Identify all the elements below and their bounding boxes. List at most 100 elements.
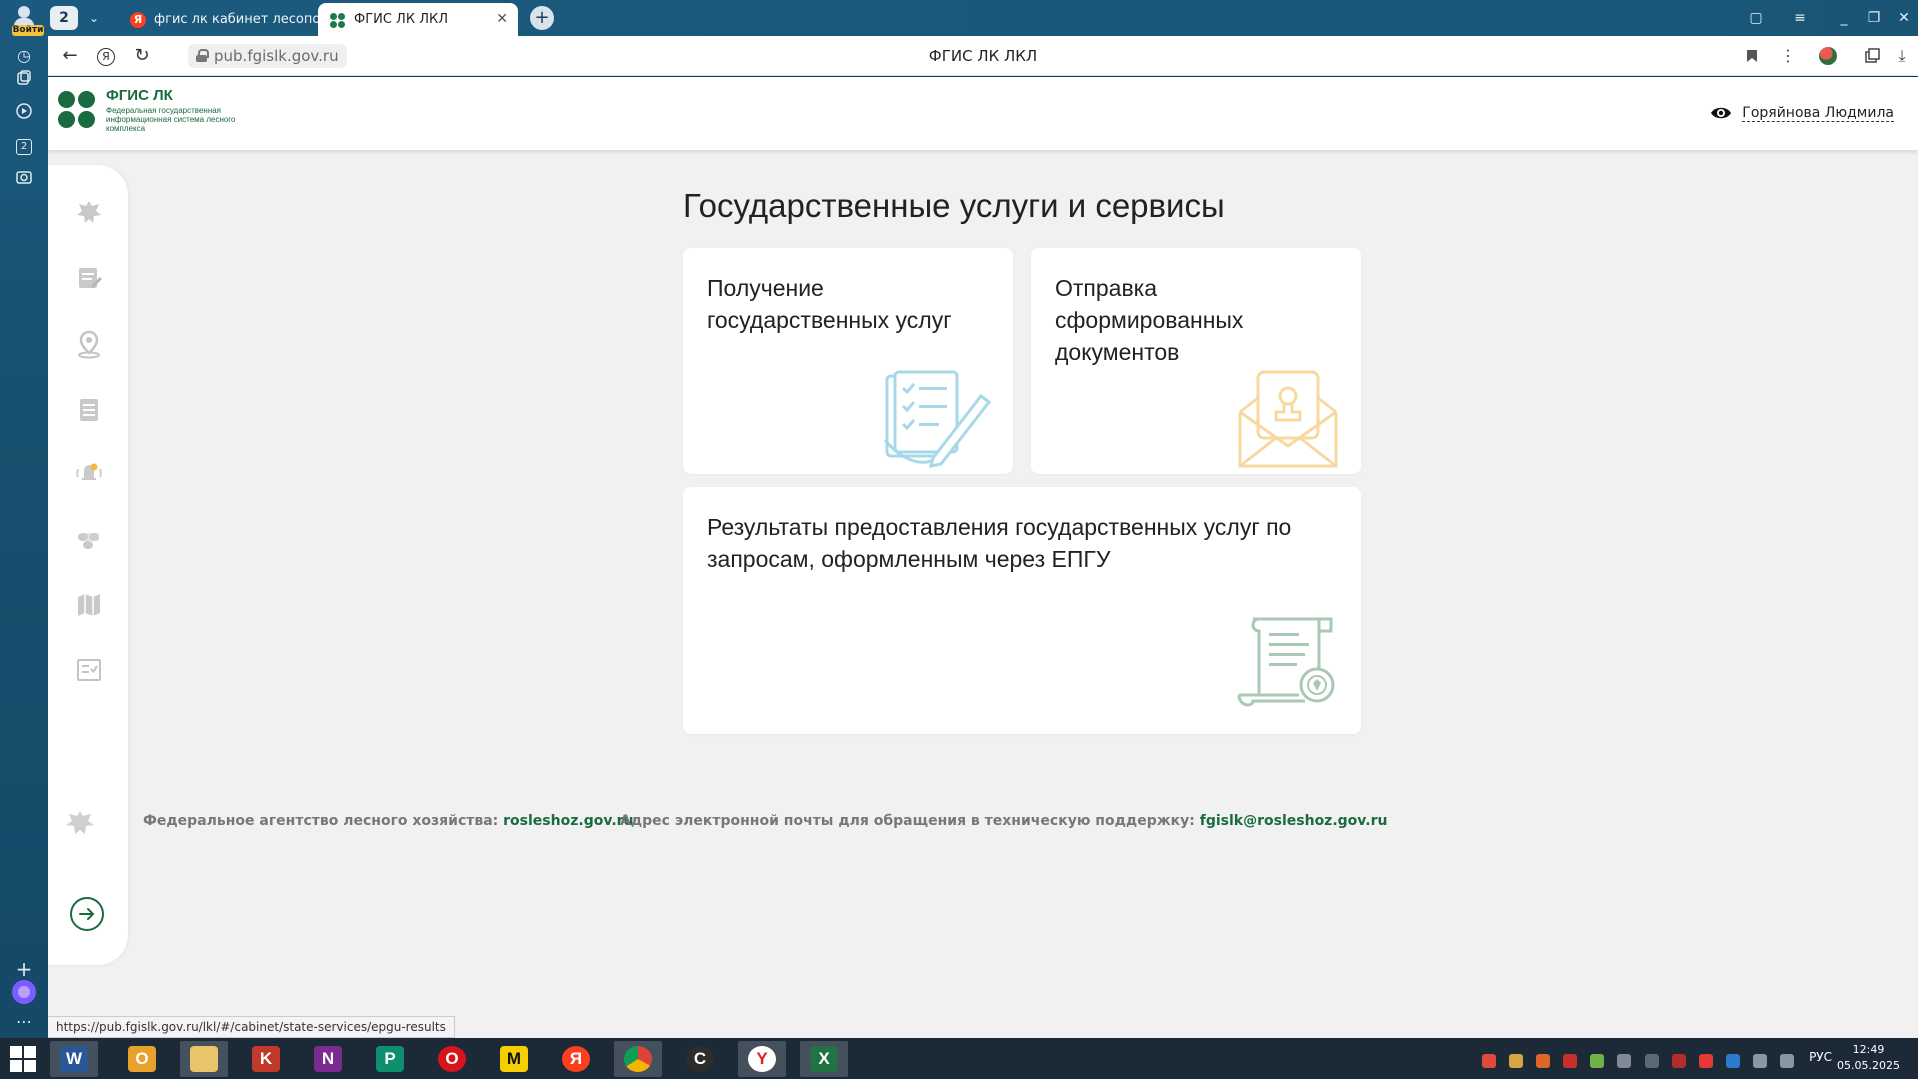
menu-icon[interactable]: ≡ [1788, 6, 1812, 30]
tab-title: ФГИС ЛК ЛКЛ [354, 12, 448, 27]
minimize-icon[interactable]: _ [1832, 6, 1856, 30]
folder-icon [190, 1046, 218, 1072]
collections-icon[interactable] [12, 66, 36, 90]
expand-menu-button[interactable] [70, 897, 104, 931]
tray-yandex-icon[interactable] [1481, 1053, 1496, 1068]
taskbar-yandex[interactable]: Я [552, 1041, 600, 1077]
tray-app-icon[interactable] [1698, 1053, 1713, 1068]
footer-support: Адрес электронной почты для обращения в … [620, 813, 1387, 829]
tray-app-icon[interactable] [1725, 1053, 1740, 1068]
bookmarks-panel-icon[interactable]: ▢ [1744, 6, 1768, 30]
taskbar-publisher[interactable]: P [366, 1041, 414, 1077]
notifications-icon[interactable] [74, 457, 104, 487]
registry-icon[interactable] [74, 395, 104, 425]
card-epgu-results[interactable]: Результаты предоставления государственны… [683, 487, 1361, 734]
bookmark-icon[interactable] [1740, 44, 1764, 68]
logo-title: ФГИС ЛК [106, 87, 173, 104]
taskbar-outlook[interactable]: O [118, 1041, 166, 1077]
tray-app-icon[interactable] [1617, 1053, 1632, 1068]
clock[interactable]: 12:49 05.05.2025 [1837, 1042, 1900, 1074]
tab-fgis-lk[interactable]: ФГИС ЛК ЛКЛ ✕ [318, 3, 518, 36]
taskbar-app-m[interactable]: M [490, 1041, 538, 1077]
card-title: Результаты предоставления государственны… [707, 514, 1292, 572]
clock-date: 05.05.2025 [1837, 1059, 1900, 1072]
close-window-icon[interactable]: ✕ [1892, 6, 1916, 30]
tray-app-icon[interactable] [1509, 1053, 1524, 1068]
clock-time: 12:49 [1852, 1043, 1885, 1056]
language-indicator[interactable]: РУС [1809, 1050, 1832, 1064]
tab-count-button[interactable]: 2 [50, 6, 78, 30]
card-send-documents[interactable]: Отправка сформированных документов [1031, 248, 1361, 474]
download-icon[interactable]: ⤓ [1890, 44, 1914, 68]
more-icon[interactable]: ⋯ [12, 1010, 36, 1034]
logo-subtitle: Федеральная государственная информационн… [106, 106, 236, 133]
yandex-icon[interactable]: Я [94, 44, 118, 68]
lock-icon [196, 49, 209, 62]
app-m-icon: M [500, 1046, 528, 1072]
taskbar-chrome[interactable] [614, 1041, 662, 1077]
emblem-icon[interactable] [74, 197, 104, 227]
tray-app-icon[interactable] [1644, 1053, 1659, 1068]
url-field[interactable]: pub.fgislk.gov.ru [188, 44, 347, 68]
arrow-right-icon [79, 908, 95, 920]
login-avatar[interactable]: Войти [8, 4, 44, 36]
footer-agency-link[interactable]: rosleshoz.gov.ru [503, 813, 633, 829]
new-tab-button[interactable]: + [530, 6, 554, 30]
screenshot-icon[interactable] [12, 165, 36, 189]
user-menu[interactable]: Горяйнова Людмила [1710, 101, 1894, 125]
taskbar-app-c[interactable]: C [676, 1041, 724, 1077]
taskbar-explorer[interactable] [180, 1041, 228, 1077]
more-options-icon[interactable]: ⋮ [1776, 44, 1800, 68]
chevron-down-icon[interactable]: ⌄ [82, 6, 106, 30]
card-get-services[interactable]: Получение государственных услуг [683, 248, 1013, 474]
yandex-icon: Я [562, 1046, 590, 1072]
scroll-seal-icon [1237, 617, 1335, 707]
reload-icon[interactable]: ↻ [130, 44, 154, 68]
add-panel-icon[interactable]: + [12, 957, 36, 981]
site-logo[interactable]: ФГИС ЛК Федеральная государственная инфо… [58, 87, 278, 137]
site-header: ФГИС ЛК Федеральная государственная инфо… [48, 77, 1918, 150]
nav-rail [48, 165, 128, 965]
volume-icon[interactable] [1780, 1053, 1794, 1068]
map-icon[interactable] [74, 590, 104, 620]
taskbar-onenote[interactable]: N [304, 1041, 352, 1077]
checklist-icon[interactable] [74, 655, 104, 685]
taskbar-opera[interactable]: O [428, 1041, 476, 1077]
app-k-icon: K [252, 1046, 280, 1072]
logo-mark-icon [58, 91, 98, 131]
restore-icon[interactable]: ❐ [1862, 6, 1886, 30]
word-icon: W [60, 1046, 88, 1072]
footer-support-email[interactable]: fgislk@rosleshoz.gov.ru [1200, 813, 1388, 829]
app-c-icon: C [686, 1046, 714, 1072]
taskbar-word[interactable]: W [50, 1041, 98, 1077]
tabs-count-icon[interactable]: 2 [12, 132, 36, 156]
url-text: pub.fgislk.gov.ru [214, 47, 339, 65]
history-icon[interactable]: ◷ [12, 44, 36, 68]
extension-icon[interactable] [1816, 44, 1840, 68]
taskbar-yandex-browser[interactable]: Y [738, 1041, 786, 1077]
network-icon[interactable] [1752, 1053, 1767, 1068]
tray-app-icon[interactable] [1671, 1053, 1686, 1068]
footer-agency-label: Федеральное агентство лесного хозяйства: [143, 813, 499, 829]
downloads-panel-icon[interactable] [1860, 44, 1884, 68]
tray-app-icon[interactable] [1536, 1053, 1551, 1068]
windows-start-icon[interactable] [10, 1046, 36, 1072]
site-footer: Федеральное агентство лесного хозяйства:… [48, 799, 1918, 839]
system-tray [1478, 1050, 1798, 1068]
documents-edit-icon[interactable] [74, 263, 104, 293]
play-icon[interactable] [12, 99, 36, 123]
taskbar-excel[interactable]: X [800, 1041, 848, 1077]
map-pin-icon[interactable] [74, 329, 104, 359]
taskbar-app-k[interactable]: K [242, 1041, 290, 1077]
browser-sidebar: Войти ◷ 2 + ⋯ [0, 0, 48, 1038]
back-icon[interactable]: ← [58, 44, 82, 68]
tray-app-icon[interactable] [1563, 1053, 1578, 1068]
user-name: Горяйнова Людмила [1742, 105, 1894, 122]
chrome-icon [624, 1046, 652, 1072]
onenote-icon: N [314, 1046, 342, 1072]
timber-logs-icon[interactable] [74, 525, 104, 555]
alice-assistant-icon[interactable] [12, 980, 36, 1004]
close-tab-icon[interactable]: ✕ [496, 3, 508, 36]
tray-app-icon[interactable] [1590, 1053, 1605, 1068]
status-bar-link: https://pub.fgislk.gov.ru/lkl/#/cabinet/… [48, 1016, 455, 1038]
